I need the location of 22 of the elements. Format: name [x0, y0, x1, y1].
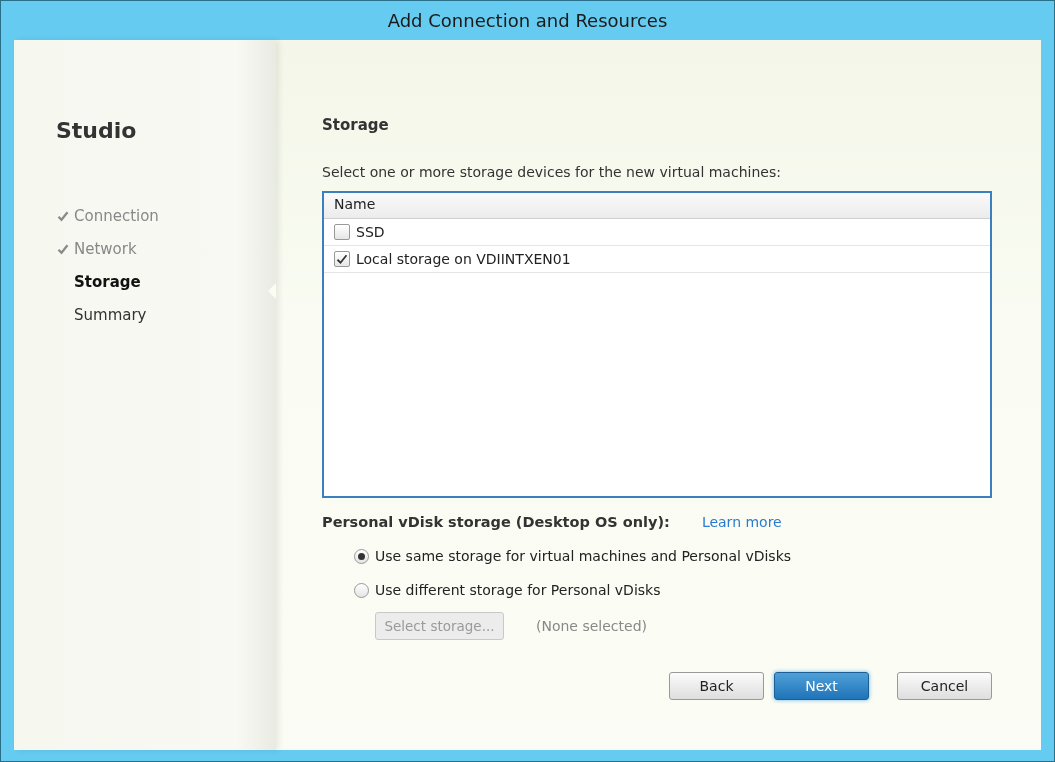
sidebar-title: Studio [56, 118, 138, 143]
page-heading: Storage [322, 116, 390, 134]
checkbox[interactable] [334, 224, 350, 240]
dialog-button[interactable]: Cancel [897, 672, 992, 700]
radio-button[interactable] [354, 582, 369, 598]
list-item-label: Local storage on VDIINTXEN01 [356, 251, 571, 267]
primary-button[interactable]: Next [774, 672, 869, 700]
column-header[interactable]: Name [324, 193, 386, 218]
window-title: Add Connection and Resources [387, 10, 668, 31]
radio-label[interactable]: Use same storage for virtual machines and Personal vDisks [375, 548, 792, 564]
instruction-text: Select one or more storage devices for the new virtual machines: [322, 164, 782, 180]
radio-label[interactable]: Use different storage for Personal vDisks [375, 582, 661, 598]
radio-button[interactable] [354, 548, 369, 564]
wizard-step[interactable]: Summary [74, 305, 147, 324]
section-label: Personal vDisk storage (Desktop OS only): [322, 514, 670, 530]
dialog-button[interactable]: Back [669, 672, 764, 700]
checkbox[interactable] [334, 251, 350, 267]
wizard-step[interactable]: Storage [74, 272, 141, 291]
selection-status: (None selected) [536, 618, 647, 634]
storage-list[interactable]: Name SSD Local storage on VDIINTXEN01 [322, 191, 992, 498]
learn-more-link[interactable]: Learn more [701, 514, 782, 530]
list-item-label: SSD [356, 224, 385, 240]
